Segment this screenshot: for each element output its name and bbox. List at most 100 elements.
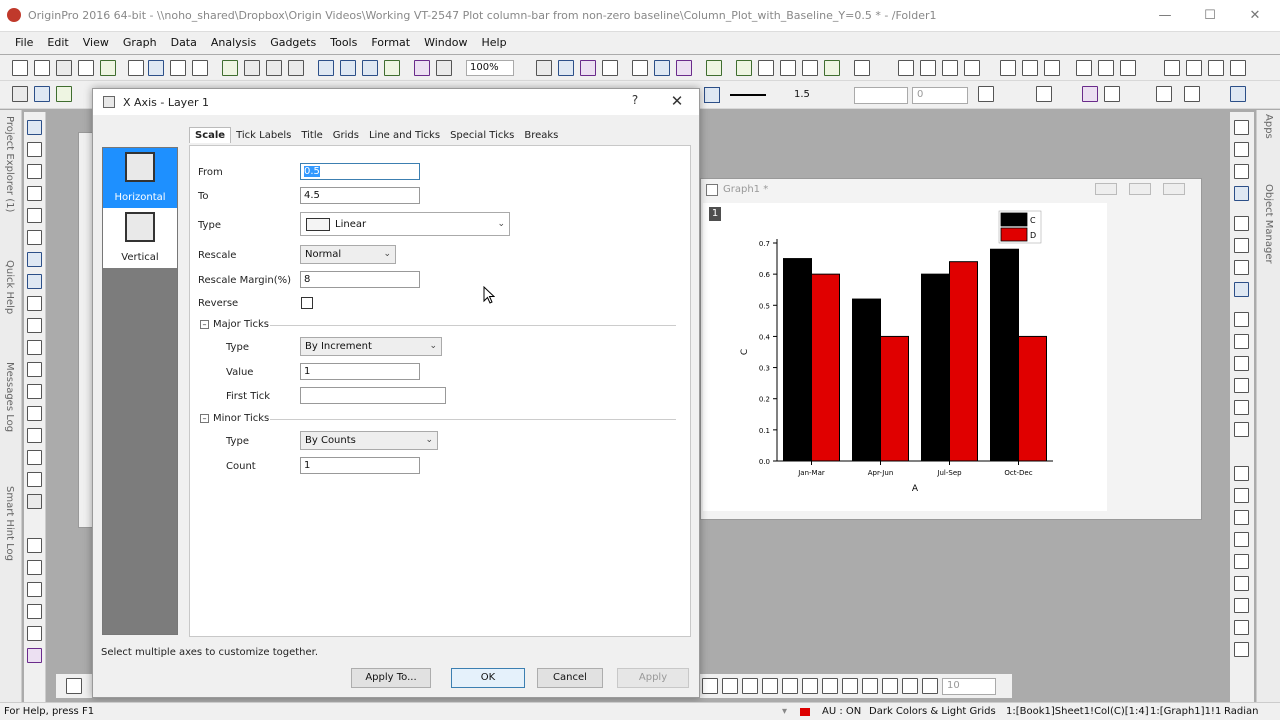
script-window-icon[interactable] xyxy=(632,60,648,76)
set-column-icon[interactable] xyxy=(780,60,796,76)
screen-reader-icon[interactable] xyxy=(27,186,42,201)
plot-icon-1[interactable] xyxy=(1000,60,1016,76)
arrange-icon-6[interactable] xyxy=(1234,576,1249,591)
project-explorer-icon[interactable] xyxy=(654,60,670,76)
layer-icon[interactable] xyxy=(27,582,42,597)
tab-grids[interactable]: Grids xyxy=(328,128,364,143)
show-grid-icon[interactable] xyxy=(854,60,870,76)
horizontal-axis-button[interactable]: Horizontal xyxy=(103,148,177,208)
layer-icon-4[interactable] xyxy=(1234,186,1249,201)
lock-icon[interactable] xyxy=(27,538,42,553)
graph-minimize-icon[interactable] xyxy=(1095,183,1117,195)
data-selector-icon[interactable] xyxy=(27,230,42,245)
mask-icon[interactable] xyxy=(27,274,42,289)
to-input[interactable]: 4.5 xyxy=(300,187,420,204)
gear-tool-icon[interactable] xyxy=(27,472,42,487)
menu-data[interactable]: Data xyxy=(164,32,204,49)
rectangle-tool-icon[interactable] xyxy=(27,384,42,399)
layer-icon-7[interactable] xyxy=(1234,260,1249,275)
circle-icon[interactable] xyxy=(27,560,42,575)
help-button[interactable]: ? xyxy=(625,93,645,111)
table-icon[interactable] xyxy=(802,60,818,76)
menu-format[interactable]: Format xyxy=(364,32,417,49)
graph-window[interactable]: Graph1 * 0.0 0.1 0.2 0.3 0.4 0.5 0.6 0.7 Jan-Mar… xyxy=(700,178,1202,520)
digitizer-icon[interactable] xyxy=(758,60,774,76)
menu-tools[interactable]: Tools xyxy=(323,32,364,49)
format-icon-7[interactable] xyxy=(1230,86,1246,102)
apps-tab[interactable]: Apps xyxy=(1263,114,1274,139)
text-tool-icon[interactable] xyxy=(27,318,42,333)
batch-plot-icon[interactable] xyxy=(384,60,400,76)
menu-graph[interactable]: Graph xyxy=(116,32,164,49)
minor-count-input[interactable]: 1 xyxy=(300,457,420,474)
layer-icon-6[interactable] xyxy=(1234,238,1249,253)
draw-data-icon[interactable] xyxy=(27,296,42,311)
refresh-icon[interactable] xyxy=(536,60,552,76)
line-width-select[interactable]: 1.5 xyxy=(790,87,846,104)
clone-icon[interactable] xyxy=(824,60,840,76)
new-workbook-icon[interactable] xyxy=(34,60,50,76)
layer-icon-5[interactable] xyxy=(1234,216,1249,231)
new-notes-icon[interactable] xyxy=(148,60,164,76)
record-icon[interactable] xyxy=(27,648,42,663)
major-value-input[interactable]: 1 xyxy=(300,363,420,380)
apply-button[interactable]: Apply xyxy=(617,668,689,688)
stat-icon-1[interactable] xyxy=(898,60,914,76)
arrange-icon-7[interactable] xyxy=(1234,598,1249,613)
axis-icon[interactable] xyxy=(1230,60,1246,76)
status-book[interactable]: 1:[Book1]Sheet1!Col(C)[1:4] xyxy=(1006,706,1149,717)
dialog-close-button[interactable]: ✕ xyxy=(665,92,689,112)
minimize-icon[interactable]: — xyxy=(1150,6,1180,26)
layer-icon-1[interactable] xyxy=(1234,120,1249,135)
tab-line-and-ticks[interactable]: Line and Ticks xyxy=(364,128,445,143)
layer-icon-2[interactable] xyxy=(1234,142,1249,157)
format-icon-2[interactable] xyxy=(34,86,50,102)
z-icon[interactable] xyxy=(1208,60,1224,76)
x-icon[interactable] xyxy=(1164,60,1180,76)
tab-breaks[interactable]: Breaks xyxy=(519,128,563,143)
message-log-icon[interactable] xyxy=(676,60,692,76)
bottom-icon-7[interactable] xyxy=(822,678,838,694)
menu-window[interactable]: Window xyxy=(417,32,474,49)
bottom-icon-9[interactable] xyxy=(862,678,878,694)
results-log-icon[interactable] xyxy=(602,60,618,76)
new-layout-icon[interactable] xyxy=(128,60,144,76)
major-type-select[interactable]: By Increment ⌄ xyxy=(300,337,442,356)
apply-to-button[interactable]: Apply To... xyxy=(351,668,431,688)
region-icon[interactable] xyxy=(27,252,42,267)
cancel-button[interactable]: Cancel xyxy=(537,668,603,688)
graph-restore-icon[interactable] xyxy=(1129,183,1151,195)
recalculate-icon[interactable] xyxy=(414,60,430,76)
region-tool-icon[interactable] xyxy=(27,428,42,443)
table-grid-icon[interactable] xyxy=(1036,86,1052,102)
arrange-icon-1[interactable] xyxy=(1234,466,1249,481)
from-input[interactable]: 0.5 xyxy=(300,163,420,180)
scale-tool-icon[interactable] xyxy=(27,450,42,465)
open-excel-icon[interactable] xyxy=(192,60,208,76)
zoom-select[interactable]: 100% xyxy=(466,60,514,76)
menu-help[interactable]: Help xyxy=(474,32,513,49)
arrange-icon-9[interactable] xyxy=(1234,642,1249,657)
graph-close-icon[interactable] xyxy=(1163,183,1185,195)
bottom-icon-11[interactable] xyxy=(902,678,918,694)
color-select[interactable] xyxy=(854,87,908,104)
project-explorer-tab[interactable]: Project Explorer (1) xyxy=(4,116,15,212)
minor-type-select[interactable]: By Counts ⌄ xyxy=(300,431,438,450)
rescale-margin-input[interactable]: 8 xyxy=(300,271,420,288)
reverse-checkbox[interactable] xyxy=(301,297,313,309)
major-ticks-section[interactable]: – Major Ticks xyxy=(200,319,269,333)
tab-tick-labels[interactable]: Tick Labels xyxy=(231,128,296,143)
open-sample-icon[interactable] xyxy=(244,60,260,76)
format-icon-4[interactable] xyxy=(1104,86,1120,102)
align-icon-2[interactable] xyxy=(1234,334,1249,349)
open-template-icon[interactable] xyxy=(170,60,186,76)
bottom-icon-10[interactable] xyxy=(882,678,898,694)
stat-icon-3[interactable] xyxy=(942,60,958,76)
minor-ticks-section[interactable]: – Minor Ticks xyxy=(200,413,269,427)
tab-title[interactable]: Title xyxy=(296,128,327,143)
code-builder-icon[interactable] xyxy=(558,60,574,76)
import-multiple-icon[interactable] xyxy=(362,60,378,76)
tab-special-ticks[interactable]: Special Ticks xyxy=(445,128,519,143)
layer-icon-3[interactable] xyxy=(1234,164,1249,179)
menu-view[interactable]: View xyxy=(76,32,116,49)
